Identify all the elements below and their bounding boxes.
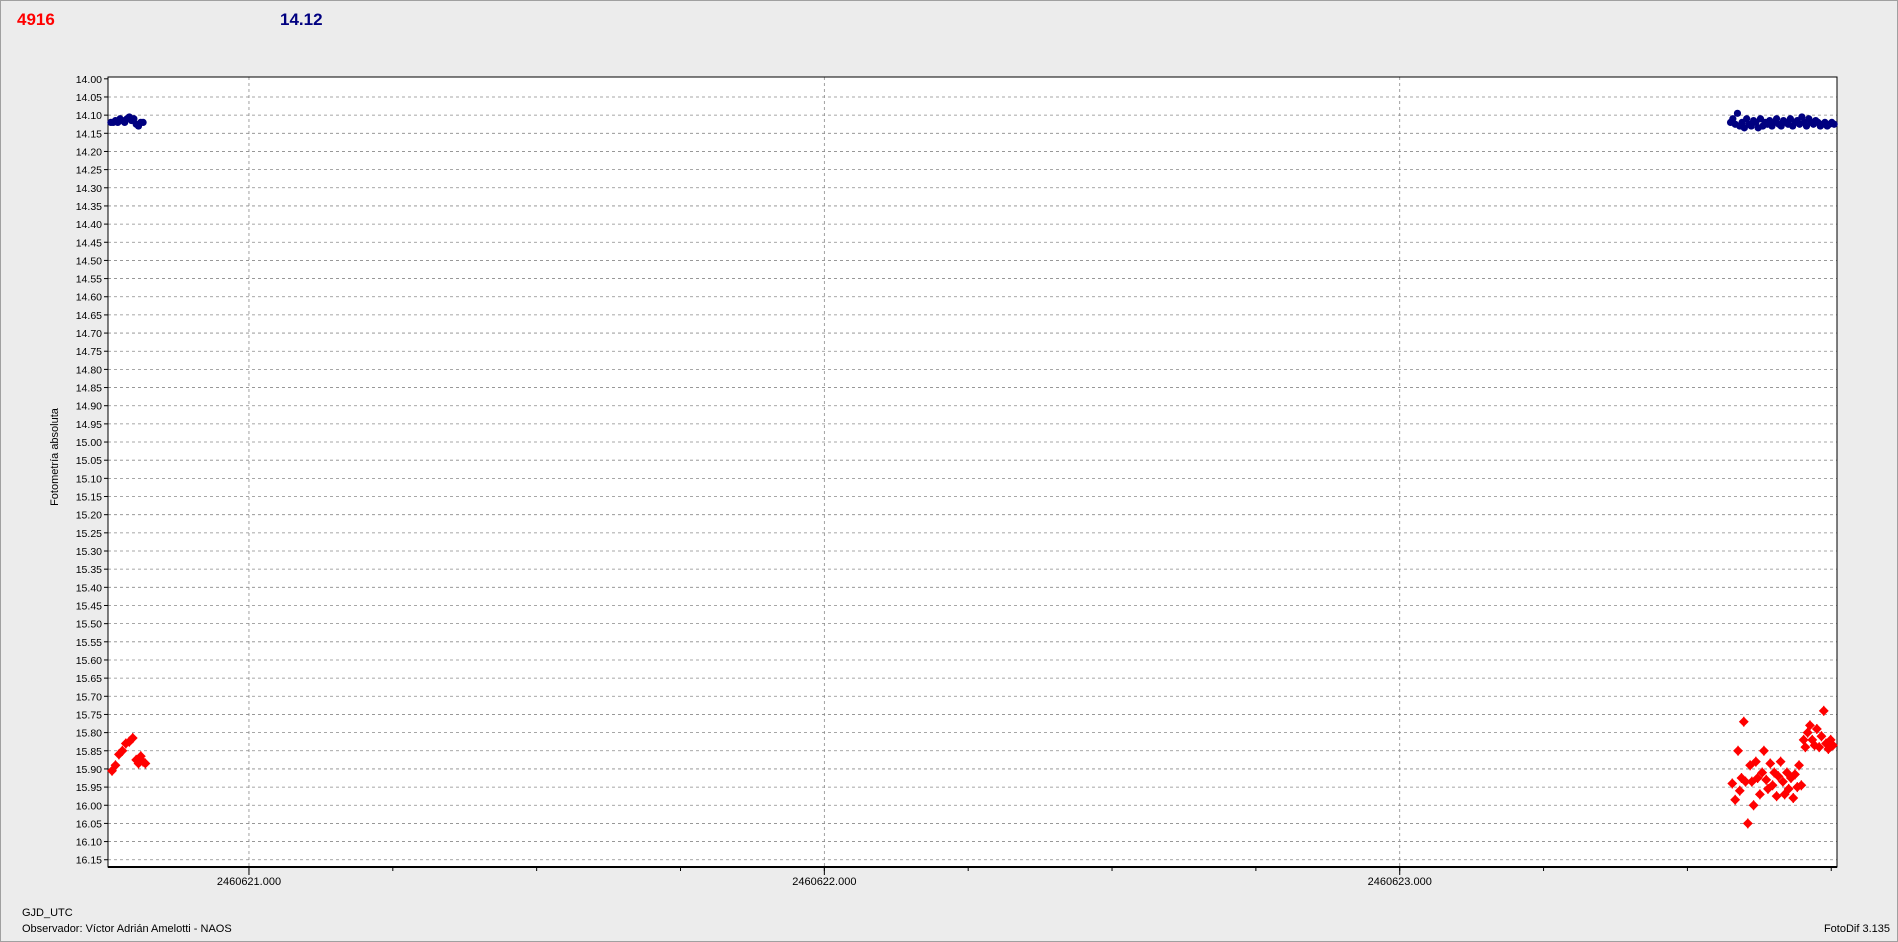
- y-tick-label: 15.20: [76, 510, 102, 522]
- y-tick-label: 15.30: [76, 546, 102, 558]
- y-tick-label: 14.45: [76, 237, 102, 249]
- y-tick-label: 14.00: [76, 74, 102, 86]
- y-tick-label: 14.10: [76, 110, 102, 122]
- software-version: FotoDif 3.135: [1823, 923, 1890, 935]
- y-tick-label: 15.10: [76, 473, 102, 485]
- y-tick-label: 14.75: [76, 346, 102, 358]
- y-tick-label: 15.50: [76, 619, 102, 631]
- y-tick-label: 15.35: [76, 564, 102, 576]
- x-tick-label: 2460622.000: [792, 876, 856, 888]
- y-tick-label: 15.70: [76, 691, 102, 703]
- y-tick-label: 16.00: [76, 800, 102, 812]
- data-point-blue: [139, 118, 147, 127]
- y-tick-label: 14.70: [76, 328, 102, 340]
- y-tick-label: 14.30: [76, 183, 102, 195]
- x-tick-label: 2460621.000: [217, 876, 281, 888]
- x-axis-label: GJD_UTC: [22, 907, 73, 919]
- y-tick-label: 14.85: [76, 383, 102, 395]
- y-tick-label: 15.65: [76, 673, 102, 685]
- y-tick-label: 15.15: [76, 492, 102, 504]
- y-tick-label: 14.50: [76, 255, 102, 267]
- y-tick-label: 14.65: [76, 310, 102, 322]
- y-tick-label: 14.90: [76, 401, 102, 413]
- y-tick-label: 14.15: [76, 128, 102, 140]
- y-tick-label: 15.90: [76, 764, 102, 776]
- y-tick-label: 15.80: [76, 728, 102, 740]
- y-tick-label: 14.40: [76, 219, 102, 231]
- data-point-blue: [1830, 120, 1838, 128]
- observer-credit: Observador: Víctor Adrián Amelotti - NAO…: [22, 923, 232, 935]
- y-tick-label: 15.55: [76, 637, 102, 649]
- y-tick-label: 14.95: [76, 419, 102, 431]
- y-tick-label: 15.05: [76, 455, 102, 467]
- y-tick-label: 15.00: [76, 437, 102, 449]
- y-tick-label: 14.60: [76, 292, 102, 304]
- y-tick-label: 14.35: [76, 201, 102, 213]
- y-tick-label: 15.40: [76, 582, 102, 594]
- y-tick-label: 14.05: [76, 92, 102, 104]
- y-tick-label: 14.55: [76, 274, 102, 286]
- light-curve-chart: 14.00 14.05 14.10 14.15 14.20 14.25 14.30 14.35…: [49, 74, 1838, 888]
- plot-area: [108, 77, 1837, 867]
- y-tick-label: 15.85: [76, 746, 102, 758]
- y-tick-label: 15.45: [76, 600, 102, 612]
- y-tick-label: 15.95: [76, 782, 102, 794]
- y-tick-label: 15.75: [76, 709, 102, 721]
- y-tick-label: 16.10: [76, 837, 102, 849]
- y-tick-label: 15.25: [76, 528, 102, 540]
- x-tick-label: 2460623.000: [1368, 876, 1432, 888]
- y-tick-label: 16.05: [76, 818, 102, 830]
- data-point-blue: [1733, 109, 1742, 117]
- y-tick-label: 14.20: [76, 146, 102, 158]
- y-tick-label: 14.80: [76, 364, 102, 376]
- y-tick-label: 14.25: [76, 165, 102, 177]
- y-tick-label: 16.15: [76, 855, 102, 867]
- y-axis-label: Fotometría absoluta: [49, 407, 61, 506]
- y-tick-label: 15.60: [76, 655, 102, 667]
